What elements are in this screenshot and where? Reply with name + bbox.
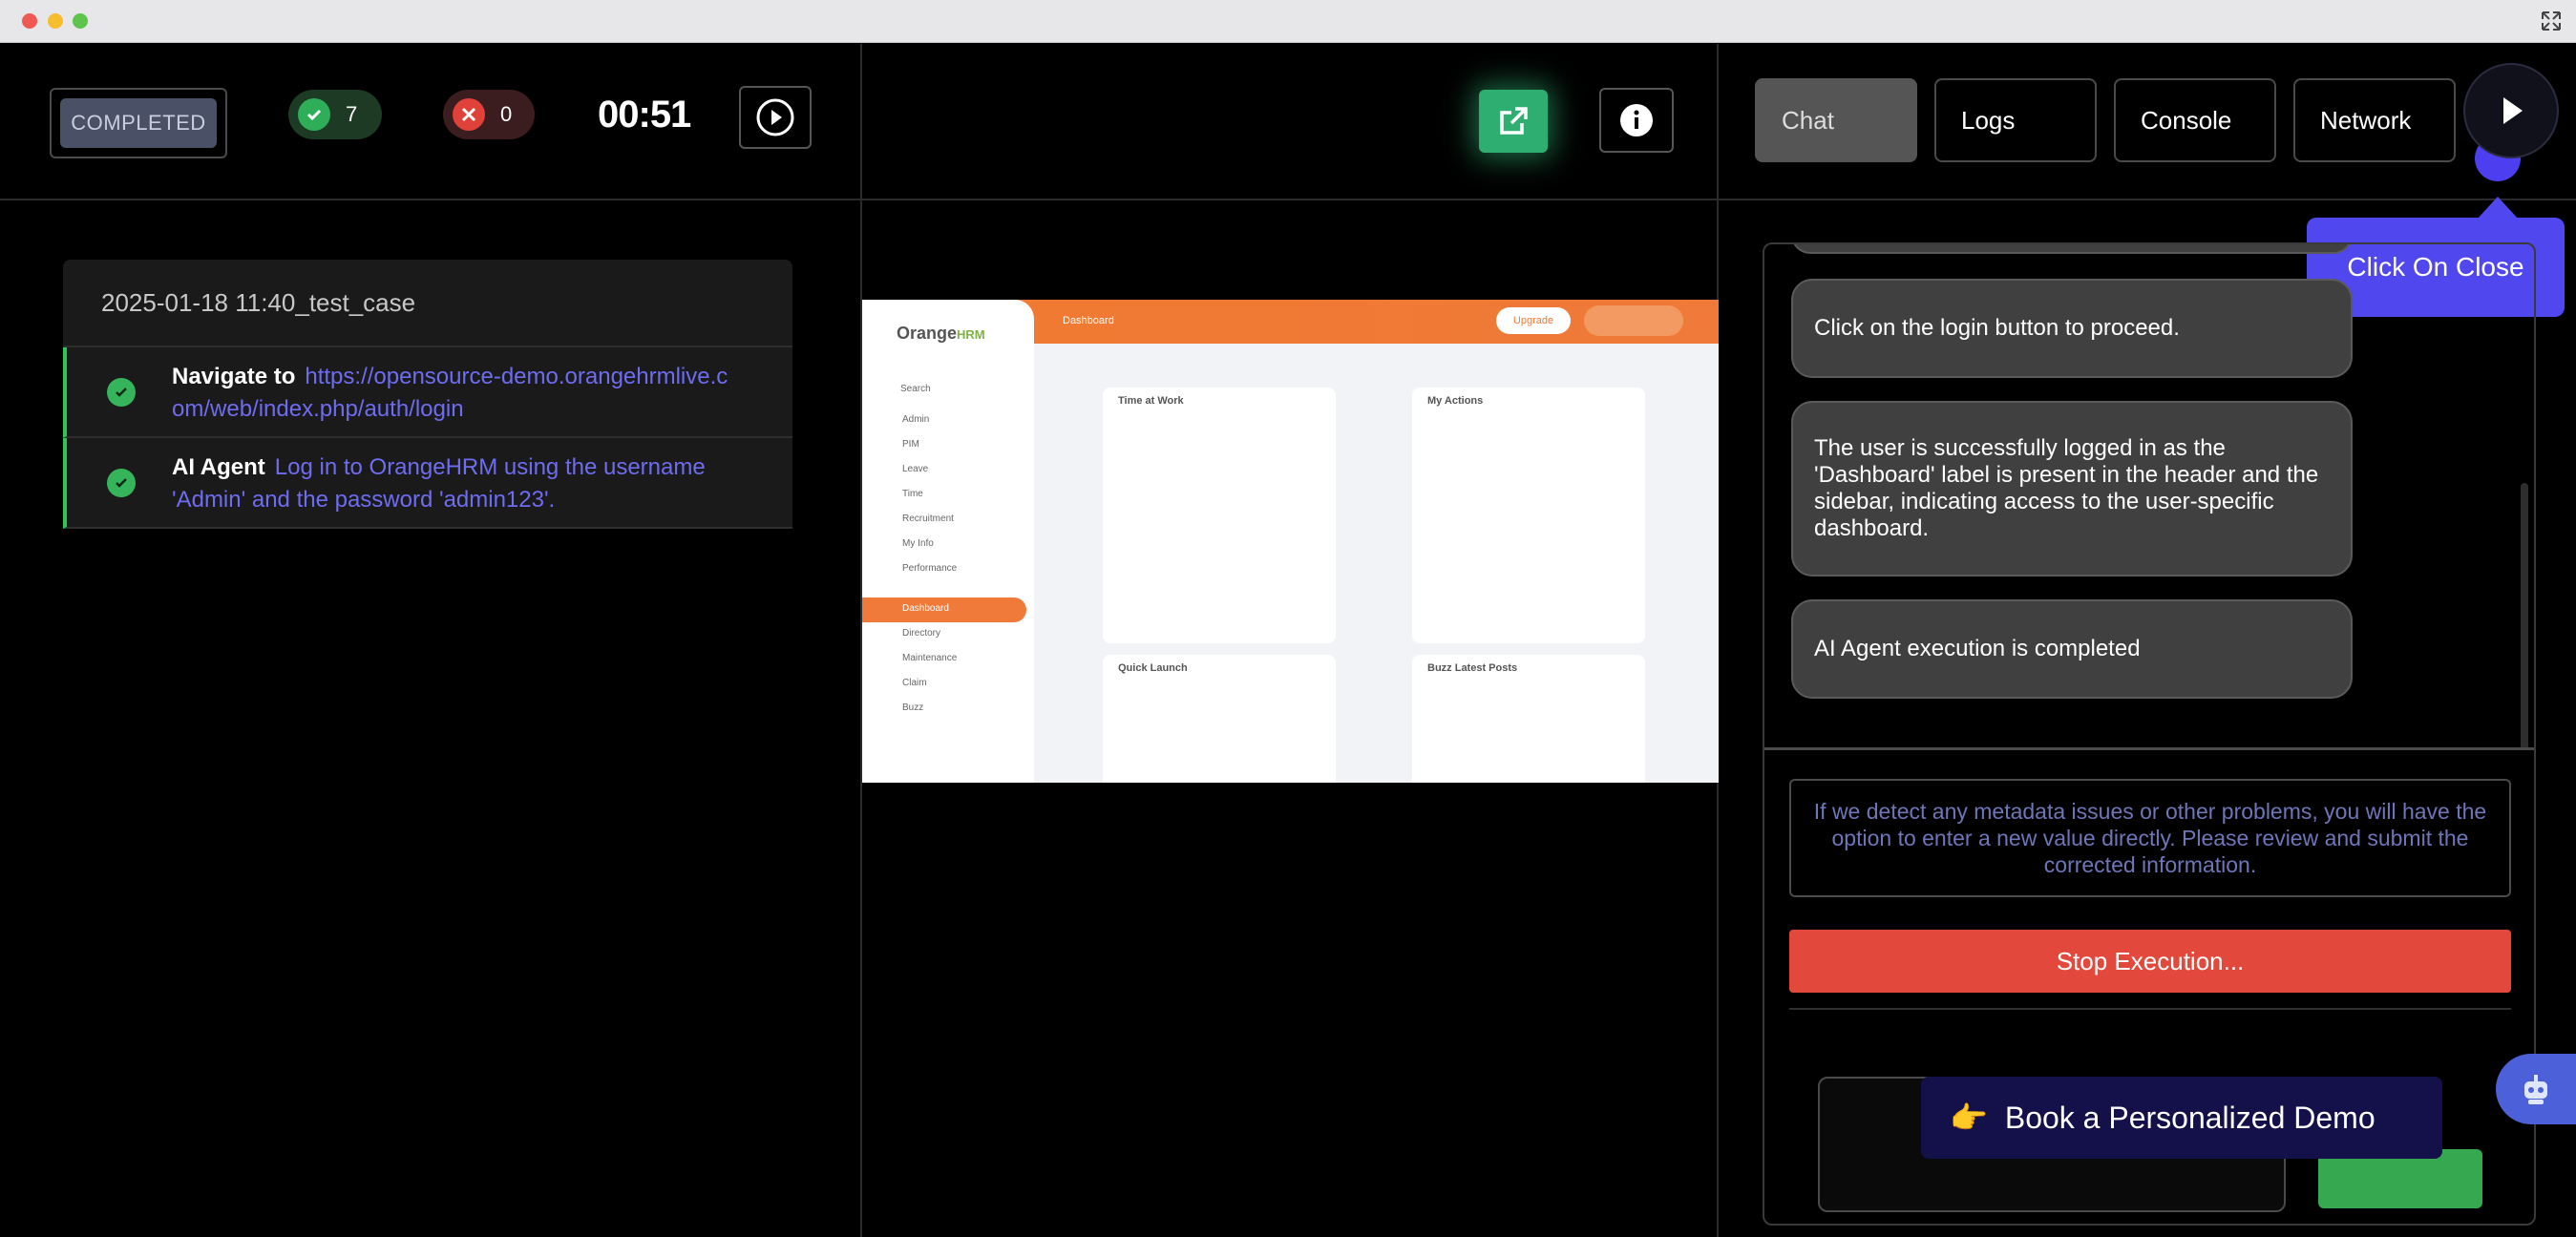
- fullscreen-icon[interactable]: [2540, 10, 2563, 32]
- divider: [1789, 1008, 2511, 1010]
- pointing-hand-icon: 👉: [1950, 1101, 1988, 1135]
- preview-search: Search: [900, 384, 931, 394]
- preview-menu-item: Leave: [902, 464, 929, 474]
- browser-preview-panel: Dashboard Upgrade OrangeHRM Search Admin…: [862, 44, 1719, 1237]
- status-badge: COMPLETED: [60, 98, 217, 148]
- replay-button[interactable]: [739, 86, 812, 149]
- play-icon: [2503, 97, 2523, 124]
- external-link-icon: [1500, 107, 1528, 135]
- robot-icon: [2524, 1075, 2547, 1104]
- preview-upgrade-button: Upgrade: [1496, 307, 1571, 334]
- close-window-button[interactable]: [22, 13, 37, 29]
- step-label: Navigate to: [172, 364, 296, 389]
- open-external-button[interactable]: [1479, 90, 1548, 153]
- step-item[interactable]: Navigate to https://opensource-demo.orang…: [63, 347, 792, 438]
- divider: [1719, 199, 2576, 200]
- preview-card-time: Time at Work: [1103, 388, 1336, 643]
- tab-logs[interactable]: Logs: [1934, 78, 2097, 162]
- preview-menu-item: Recruitment: [902, 514, 954, 524]
- x-icon: [453, 98, 485, 131]
- preview-menu-item: Time: [902, 489, 923, 499]
- play-circle-icon: [756, 98, 794, 136]
- chatbot-button[interactable]: [2496, 1054, 2576, 1124]
- zoom-window-button[interactable]: [73, 13, 88, 29]
- preview-menu-item: Directory: [902, 628, 941, 639]
- elapsed-timer: 00:51: [598, 94, 691, 136]
- chat-messages[interactable]: Click on the login button to proceed. Th…: [1764, 244, 2534, 750]
- test-case-title: 2025-01-18 11:40_test_case: [63, 260, 792, 347]
- app-window: COMPLETED 7 0 00:51 2025-01-18 11:40_tes…: [0, 0, 2576, 1237]
- chat-message: The user is successfully logged in as th…: [1791, 401, 2353, 577]
- passed-count: 7: [346, 102, 358, 126]
- title-bar: [0, 0, 2576, 43]
- book-demo-banner[interactable]: 👉 Book a Personalized Demo: [1921, 1077, 2442, 1159]
- preview-menu-item: Claim: [902, 678, 927, 688]
- preview-menu-item: Maintenance: [902, 653, 958, 663]
- preview-header-title: Dashboard: [1063, 315, 1114, 326]
- divider: [0, 199, 860, 200]
- step-label: AI Agent: [172, 454, 265, 480]
- tab-console[interactable]: Console: [2114, 78, 2276, 162]
- tooltip-arrow: [2477, 197, 2519, 220]
- preview-card-actions: My Actions: [1412, 388, 1645, 643]
- chat-message-partial: [1791, 244, 2353, 254]
- preview-menu-item: Dashboard: [902, 603, 949, 614]
- preview-menu-item: PIM: [902, 439, 919, 450]
- book-demo-label: Book a Personalized Demo: [2004, 1100, 2375, 1135]
- preview-menu-item: My Info: [902, 538, 934, 549]
- preview-sidebar: OrangeHRM Search Admin PIM Leave Time Re…: [862, 300, 1034, 783]
- chat-scrollbar[interactable]: [2521, 483, 2528, 747]
- chat-message: AI Agent execution is completed: [1791, 599, 2353, 699]
- passed-count-badge: 7: [288, 90, 382, 139]
- info-icon: [1620, 104, 1653, 136]
- minimize-window-button[interactable]: [48, 13, 63, 29]
- info-button[interactable]: [1599, 88, 1674, 153]
- preview-avatar: [1584, 305, 1683, 336]
- failed-count-badge: 0: [443, 90, 535, 139]
- preview-menu-item: Buzz: [902, 702, 924, 713]
- test-run-panel: COMPLETED 7 0 00:51 2025-01-18 11:40_tes…: [0, 44, 862, 1237]
- test-case-card: 2025-01-18 11:40_test_case Navigate to ht…: [63, 260, 792, 529]
- browser-screenshot: Dashboard Upgrade OrangeHRM Search Admin…: [862, 300, 1719, 783]
- tab-chat[interactable]: Chat: [1755, 78, 1917, 162]
- check-circle-icon: [107, 378, 136, 407]
- preview-menu-item: Admin: [902, 414, 930, 425]
- run-button[interactable]: [2463, 63, 2559, 158]
- agent-panel: Chat Logs Console Network Click On Close…: [1719, 44, 2576, 1237]
- divider: [862, 199, 1717, 200]
- chat-message: Click on the login button to proceed.: [1791, 279, 2353, 378]
- failed-count: 0: [500, 102, 513, 126]
- preview-menu-item: Performance: [902, 563, 958, 574]
- preview-logo: OrangeHRM: [897, 324, 985, 343]
- status-container: COMPLETED: [50, 88, 227, 158]
- check-icon: [298, 98, 330, 131]
- check-circle-icon: [107, 469, 136, 497]
- stop-execution-button[interactable]: Stop Execution...: [1789, 930, 2511, 993]
- metadata-info-note: If we detect any metadata issues or othe…: [1789, 779, 2511, 897]
- tab-network[interactable]: Network: [2293, 78, 2456, 162]
- preview-card-quick: Quick Launch: [1103, 655, 1336, 783]
- preview-card-buzz: Buzz Latest Posts: [1412, 655, 1645, 783]
- step-item[interactable]: AI Agent Log in to OrangeHRM using the us…: [63, 438, 792, 529]
